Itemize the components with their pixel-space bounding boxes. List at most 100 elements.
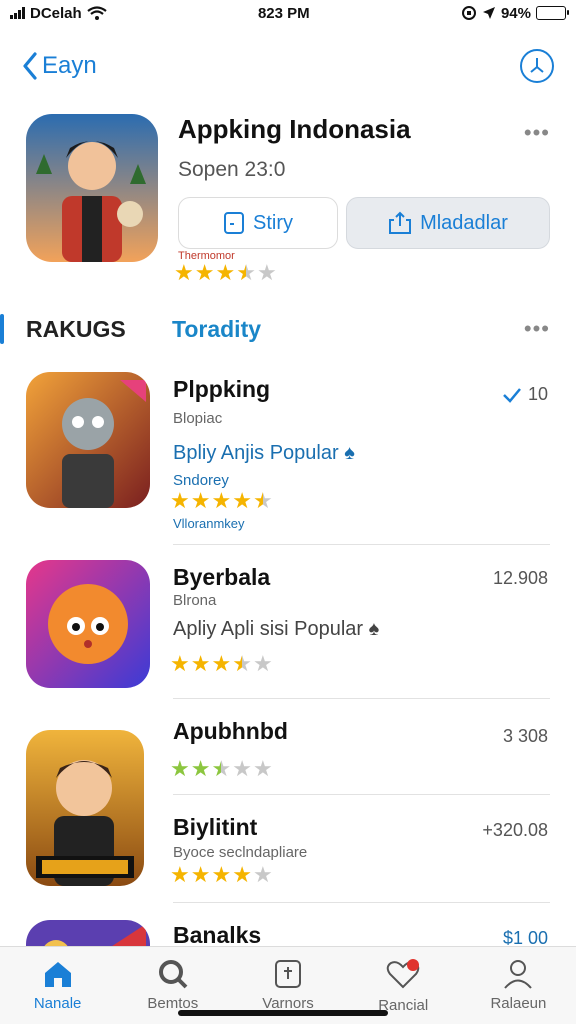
star-icon: ★ [211,488,232,513]
app-icon [26,730,144,886]
battery-percent: 94% [500,4,531,22]
heart-icon [386,959,420,989]
divider [173,698,550,699]
list-item[interactable]: Byerbala Blrona Apliy Apli sisi Popular … [0,560,576,700]
star-icon: ★ [174,260,194,285]
star-icon: ★ [232,862,252,887]
navigation-bar: Eayn [0,40,576,92]
tab-label: Nanale [33,995,82,1012]
section-header: RAKUGS Toradity ••• [0,306,576,352]
divider [173,902,550,903]
star-rating: ★ ★ ★ ★ ★ [170,864,273,886]
app-tagline: Apliy Apli sisi Popular ♠ [173,618,380,640]
wifi-icon [87,6,107,20]
star-icon: ★ [170,756,190,781]
star-icon: ★ [236,260,256,285]
star-icon: ★ [170,651,190,676]
tag-icon [275,960,301,988]
star-rating: ★ ★ ★ ★ ★ [170,490,273,512]
app-count: +320.08 [482,820,548,840]
star-icon: ★ [190,651,211,676]
tab-profile[interactable]: Ralaeun [461,947,576,1024]
battery-icon [535,6,569,20]
section-accent-bar [0,314,4,344]
app-count: 10 [502,384,548,405]
app-name: Byerbala [173,564,271,590]
star-icon: ★ [190,756,211,781]
story-button[interactable]: Stiry [178,197,338,249]
star-icon: ★ [194,260,215,285]
app-count: $1 00 [502,928,548,946]
star-icon: ★ [190,488,211,513]
checkmark-icon [503,387,521,403]
featured-app-title: Appking Indonasia [178,114,411,144]
star-icon: ★ [190,862,211,887]
app-icon [26,372,150,508]
tab-label: Ralaeun [490,995,547,1012]
star-icon: ★ [215,260,236,285]
download-button[interactable]: Mladadlar [346,197,550,249]
app-icon [26,920,150,946]
status-bar: DCelah 823 PM 94% [0,0,576,26]
search-icon [158,960,188,989]
app-tagline: Bpliy Anjis Popular ♠ [173,442,355,464]
star-icon: ★ [170,862,190,887]
list-item[interactable]: Banalks $1 00 [0,916,576,946]
person-icon [504,960,533,989]
divider [173,544,550,545]
app-developer: Byoce seclndapliare [173,844,308,861]
cellular-signal-icon [10,7,25,19]
star-icon: ★ [211,756,232,781]
info-button[interactable] [520,49,554,83]
star-icon: ★ [256,260,277,285]
star-icon: ★ [211,651,232,676]
section-title: RAKUGS [26,316,126,342]
app-name: Banalks [173,922,262,946]
note-icon [224,212,244,234]
app-developer: Blopiac [173,410,223,427]
chevron-left-icon [23,52,37,80]
location-icon [482,7,495,19]
tab-section[interactable]: Toradity [172,316,261,343]
back-label: Eayn [42,52,97,79]
share-icon [389,211,412,234]
app-note: Vlloranmkey [173,516,245,531]
featured-app: Appking Indonasia Sopen 23:0 ••• Stiry M… [26,112,550,292]
star-icon: ★ [252,651,273,676]
star-rating: ★ ★ ★ ★ ★ [170,653,273,675]
app-name: Plppking [173,376,271,402]
star-icon: ★ [252,756,273,781]
divider [173,794,550,795]
tab-home[interactable]: Nanale [0,947,115,1024]
section-more-button[interactable]: ••• [524,316,550,342]
star-rating: ★ ★ ★ ★ ★ [170,758,273,780]
app-name: Biylitint [173,814,258,840]
featured-app-icon[interactable] [26,114,158,262]
star-icon: ★ [232,756,252,781]
home-indicator[interactable] [178,1010,388,1016]
star-icon: ★ [232,651,252,676]
more-options-button[interactable]: ••• [524,120,550,146]
list-item[interactable]: Apubhnbd ★ ★ ★ ★ ★ 3 308 Biylitint Byoce sec… [0,716,576,936]
lock-rotation-icon [461,6,476,20]
star-icon: ★ [252,862,273,887]
featured-app-subtitle: Sopen 23:0 [178,158,286,181]
app-count: 3 308 [502,726,548,746]
app-count: 12.908 [492,568,548,588]
app-icon [26,560,150,688]
carrier-label: DCelah [30,4,82,22]
badge-icon: ♠ [368,618,380,640]
app-name: Apubhnbd [173,718,288,744]
star-icon: ★ [211,862,232,887]
list-item[interactable]: Plppking Blopiac Bpliy Anjis Popular ♠ S… [0,370,576,545]
download-button-label: Mladadlar [420,211,508,234]
back-button[interactable]: Eayn [22,52,97,80]
story-button-label: Stiry [253,211,293,234]
star-rating: ★ ★ ★ ★ ★ [174,262,277,284]
star-icon: ★ [252,488,273,513]
clock: 823 PM [257,4,310,22]
app-developer: Blrona [173,592,217,609]
badge-icon: ♠ [344,442,355,464]
app-category: Sndorey [173,472,229,489]
star-icon: ★ [232,488,252,513]
